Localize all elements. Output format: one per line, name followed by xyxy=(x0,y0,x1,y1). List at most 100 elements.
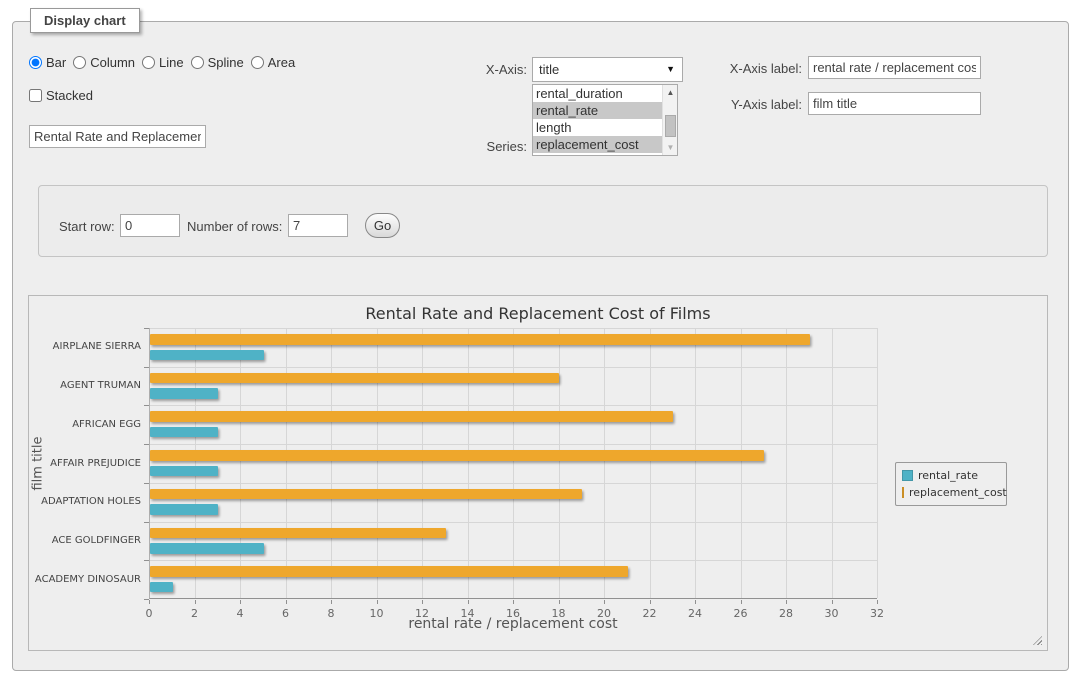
category-label: ACADEMY DINOSAUR xyxy=(29,574,141,586)
series-option-replacement_cost[interactable]: replacement_cost xyxy=(533,136,662,153)
y-axis-tick xyxy=(144,367,149,368)
chart-type-option-column: Column xyxy=(73,55,135,70)
gridline-v xyxy=(786,328,787,598)
x-axis-tick xyxy=(286,600,287,604)
gridline-h xyxy=(150,522,877,523)
chart-title: Rental Rate and Replacement Cost of Film… xyxy=(29,304,1047,323)
x-axis-select-label: X-Axis: xyxy=(442,62,527,77)
series-select-label: Series: xyxy=(442,139,527,154)
legend-color-swatch xyxy=(902,470,913,481)
y-axis-label-caption: Y-Axis label: xyxy=(702,97,802,112)
x-axis-tick xyxy=(604,600,605,604)
x-axis-tick xyxy=(559,600,560,604)
legend-label: rental_rate xyxy=(918,469,978,482)
chart-type-option-bar: Bar xyxy=(29,55,66,70)
category-label: AFRICAN EGG xyxy=(29,419,141,431)
series-option-rental_rate[interactable]: rental_rate xyxy=(533,102,662,119)
gridline-v xyxy=(832,328,833,598)
legend-item-replacement_cost[interactable]: replacement_cost xyxy=(902,484,1000,501)
y-axis-tick xyxy=(144,483,149,484)
scrollbar-thumb[interactable] xyxy=(665,115,676,137)
x-axis-label-input[interactable] xyxy=(808,56,981,79)
category-label: ADAPTATION HOLES xyxy=(29,496,141,508)
chart-type-radio-spline[interactable] xyxy=(191,56,204,69)
x-axis-tick xyxy=(877,600,878,604)
y-axis-label-input[interactable] xyxy=(808,92,981,115)
number-of-rows-input[interactable] xyxy=(288,214,348,237)
legend-color-swatch xyxy=(902,487,904,498)
stacked-checkbox[interactable] xyxy=(29,89,42,102)
gridline-h xyxy=(150,405,877,406)
legend-item-rental_rate[interactable]: rental_rate xyxy=(902,467,1000,484)
gridline-h xyxy=(150,367,877,368)
series-options: rental_durationrental_ratelengthreplacem… xyxy=(533,85,662,153)
scroll-up-icon[interactable]: ▲ xyxy=(663,85,678,100)
chart-type-radio-label: Column xyxy=(90,55,135,70)
x-axis-tick xyxy=(832,600,833,604)
bar-rental_rate xyxy=(150,466,218,477)
stacked-label: Stacked xyxy=(46,88,93,103)
chart-container: Rental Rate and Replacement Cost of Film… xyxy=(28,295,1048,651)
fieldset-legend: Display chart xyxy=(30,8,140,33)
chart-type-option-area: Area xyxy=(251,55,295,70)
bar-replacement_cost xyxy=(150,334,810,345)
category-label: AFFAIR PREJUDICE xyxy=(29,458,141,470)
x-axis-tick xyxy=(650,600,651,604)
scroll-down-icon[interactable]: ▼ xyxy=(663,140,678,155)
gridline-h xyxy=(150,444,877,445)
x-axis-tick xyxy=(377,600,378,604)
bar-replacement_cost xyxy=(150,411,673,422)
x-axis-tick xyxy=(195,600,196,604)
gridline-v xyxy=(513,328,514,598)
gridline-v xyxy=(286,328,287,598)
y-axis-tick xyxy=(144,522,149,523)
chart-type-radio-label: Bar xyxy=(46,55,66,70)
bar-replacement_cost xyxy=(150,450,764,461)
chart-type-radio-column[interactable] xyxy=(73,56,86,69)
series-option-length[interactable]: length xyxy=(533,119,662,136)
category-label: ACE GOLDFINGER xyxy=(29,535,141,547)
bar-rental_rate xyxy=(150,350,264,361)
series-listbox[interactable]: rental_durationrental_ratelengthreplacem… xyxy=(532,84,678,156)
chevron-down-icon: ▼ xyxy=(666,58,675,81)
chart-type-radio-label: Spline xyxy=(208,55,244,70)
series-option-rental_duration[interactable]: rental_duration xyxy=(533,85,662,102)
start-row-input[interactable] xyxy=(120,214,180,237)
gridline-h xyxy=(150,483,877,484)
start-row-label: Start row: xyxy=(59,219,115,234)
chart-title-input[interactable] xyxy=(29,125,206,148)
x-axis-tick xyxy=(695,600,696,604)
x-axis-tick xyxy=(786,600,787,604)
chart-type-option-spline: Spline xyxy=(191,55,244,70)
bar-rental_rate xyxy=(150,504,218,515)
chart-type-radio-label: Area xyxy=(268,55,295,70)
x-axis-select[interactable]: title ▼ xyxy=(532,57,683,82)
chart-type-radio-area[interactable] xyxy=(251,56,264,69)
chart-legend: rental_rate replacement_cost xyxy=(895,462,1007,506)
chart-type-group: BarColumnLineSplineArea xyxy=(29,55,302,70)
x-axis-tick xyxy=(468,600,469,604)
gridline-v xyxy=(377,328,378,598)
series-scrollbar[interactable]: ▲ ▼ xyxy=(662,85,677,155)
chart-x-axis-title: rental rate / replacement cost xyxy=(149,616,877,632)
resize-grip-icon[interactable] xyxy=(1033,636,1042,645)
y-axis-tick xyxy=(144,405,149,406)
x-axis-tick xyxy=(422,600,423,604)
bar-rental_rate xyxy=(150,388,218,399)
bar-replacement_cost xyxy=(150,489,582,500)
category-label: AIRPLANE SIERRA xyxy=(29,341,141,353)
gridline-v xyxy=(877,328,878,598)
chart-type-radio-bar[interactable] xyxy=(29,56,42,69)
legend-label: replacement_cost xyxy=(909,486,1007,499)
number-of-rows-label: Number of rows: xyxy=(187,219,282,234)
chart-type-radio-line[interactable] xyxy=(142,56,155,69)
x-axis-tick xyxy=(149,600,150,604)
bar-rental_rate xyxy=(150,582,173,593)
go-button[interactable]: Go xyxy=(365,213,400,238)
x-axis-selected-value: title xyxy=(539,62,559,77)
bar-replacement_cost xyxy=(150,566,628,577)
bar-replacement_cost xyxy=(150,373,559,384)
gridline-v xyxy=(240,328,241,598)
gridline-v xyxy=(422,328,423,598)
y-axis-tick xyxy=(144,560,149,561)
